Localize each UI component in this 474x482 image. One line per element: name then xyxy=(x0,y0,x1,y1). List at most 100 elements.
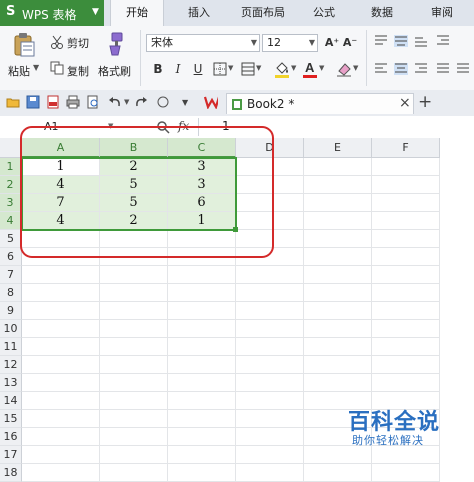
row-header-8[interactable]: 8 xyxy=(0,284,22,302)
print-preview-icon[interactable] xyxy=(86,95,100,109)
row-header-7[interactable]: 7 xyxy=(0,266,22,284)
cell-e5[interactable] xyxy=(304,230,372,248)
insert-function-button[interactable]: fx xyxy=(178,119,189,133)
cell-f11[interactable] xyxy=(372,338,440,356)
cell-c3[interactable]: 6 xyxy=(168,194,236,212)
cell-d7[interactable] xyxy=(236,266,304,284)
cell-a5[interactable] xyxy=(22,230,100,248)
row-header-4[interactable]: 4 xyxy=(0,212,22,230)
chevron-down-icon[interactable]: ▼ xyxy=(256,64,261,72)
cell-e3[interactable] xyxy=(304,194,372,212)
row-header-14[interactable]: 14 xyxy=(0,392,22,410)
cell-a9[interactable] xyxy=(22,302,100,320)
cell-d13[interactable] xyxy=(236,374,304,392)
save-icon[interactable] xyxy=(26,95,40,109)
borders-icon[interactable] xyxy=(213,62,227,76)
fill-handle[interactable] xyxy=(233,227,238,232)
cell-c15[interactable] xyxy=(168,410,236,428)
row-header-15[interactable]: 15 xyxy=(0,410,22,428)
cell-a4[interactable]: 4 xyxy=(22,212,100,230)
cell-b2[interactable]: 5 xyxy=(100,176,168,194)
cell-f5[interactable] xyxy=(372,230,440,248)
cut-button[interactable]: 剪切 xyxy=(67,35,89,51)
cell-f13[interactable] xyxy=(372,374,440,392)
chevron-down-icon[interactable]: ▼ xyxy=(108,122,113,130)
format-painter-button[interactable]: 格式刷 xyxy=(98,63,131,79)
merge-cells-icon[interactable] xyxy=(241,62,255,76)
underline-button[interactable]: U xyxy=(190,61,206,77)
row-header-16[interactable]: 16 xyxy=(0,428,22,446)
export-pdf-icon[interactable] xyxy=(46,95,60,109)
formula-input[interactable]: 1 xyxy=(222,119,230,133)
cell-d12[interactable] xyxy=(236,356,304,374)
more-icon[interactable] xyxy=(156,95,170,109)
cell-a18[interactable] xyxy=(22,464,100,482)
row-header-17[interactable]: 17 xyxy=(0,446,22,464)
cell-e17[interactable] xyxy=(304,446,372,464)
align-middle-icon[interactable] xyxy=(394,35,408,47)
close-icon[interactable]: × xyxy=(399,95,411,111)
cell-b15[interactable] xyxy=(100,410,168,428)
decrease-font-button[interactable]: A⁻ xyxy=(342,35,358,51)
align-center-icon[interactable] xyxy=(394,63,408,75)
cell-d15[interactable] xyxy=(236,410,304,428)
cell-f17[interactable] xyxy=(372,446,440,464)
align-left-icon[interactable] xyxy=(374,63,388,75)
paste-button[interactable]: 粘贴 xyxy=(8,63,30,79)
cell-d9[interactable] xyxy=(236,302,304,320)
cell-c7[interactable] xyxy=(168,266,236,284)
cell-b8[interactable] xyxy=(100,284,168,302)
cell-b1[interactable]: 2 xyxy=(100,158,168,176)
cell-d10[interactable] xyxy=(236,320,304,338)
justify-icon[interactable] xyxy=(436,63,450,75)
cell-c16[interactable] xyxy=(168,428,236,446)
clear-format-icon[interactable] xyxy=(336,61,352,77)
cell-e4[interactable] xyxy=(304,212,372,230)
align-top-icon[interactable] xyxy=(374,35,388,47)
chevron-down-icon[interactable]: ▼ xyxy=(319,64,324,72)
column-header-a[interactable]: A xyxy=(22,138,100,158)
column-header-f[interactable]: F xyxy=(372,138,440,158)
align-bottom-icon[interactable] xyxy=(414,35,428,47)
cell-f1[interactable] xyxy=(372,158,440,176)
tab-page-layout[interactable]: 页面布局 xyxy=(230,0,296,26)
cell-c11[interactable] xyxy=(168,338,236,356)
cell-b3[interactable]: 5 xyxy=(100,194,168,212)
cell-b9[interactable] xyxy=(100,302,168,320)
cell-f9[interactable] xyxy=(372,302,440,320)
cell-b5[interactable] xyxy=(100,230,168,248)
customize-toolbar-icon[interactable]: ▼ xyxy=(182,98,188,107)
select-all-corner[interactable] xyxy=(0,138,22,158)
cell-d18[interactable] xyxy=(236,464,304,482)
cell-b18[interactable] xyxy=(100,464,168,482)
cell-e9[interactable] xyxy=(304,302,372,320)
cell-d17[interactable] xyxy=(236,446,304,464)
cell-e12[interactable] xyxy=(304,356,372,374)
row-header-12[interactable]: 12 xyxy=(0,356,22,374)
cell-a11[interactable] xyxy=(22,338,100,356)
row-header-10[interactable]: 10 xyxy=(0,320,22,338)
cell-b7[interactable] xyxy=(100,266,168,284)
cell-b12[interactable] xyxy=(100,356,168,374)
print-icon[interactable] xyxy=(66,95,80,109)
copy-button[interactable]: 复制 xyxy=(67,63,89,79)
cell-b17[interactable] xyxy=(100,446,168,464)
chevron-down-icon[interactable]: ▼ xyxy=(291,64,296,72)
column-header-d[interactable]: D xyxy=(236,138,304,158)
cell-c14[interactable] xyxy=(168,392,236,410)
cell-d6[interactable] xyxy=(236,248,304,266)
row-header-2[interactable]: 2 xyxy=(0,176,22,194)
increase-font-button[interactable]: A⁺ xyxy=(324,35,340,51)
align-right-icon[interactable] xyxy=(414,63,428,75)
paste-icon[interactable] xyxy=(12,32,36,58)
chevron-down-icon[interactable]: ▼ xyxy=(353,64,358,72)
cell-b14[interactable] xyxy=(100,392,168,410)
cell-a2[interactable]: 4 xyxy=(22,176,100,194)
cell-d3[interactable] xyxy=(236,194,304,212)
cell-f4[interactable] xyxy=(372,212,440,230)
row-header-13[interactable]: 13 xyxy=(0,374,22,392)
row-header-9[interactable]: 9 xyxy=(0,302,22,320)
cell-c12[interactable] xyxy=(168,356,236,374)
redo-icon[interactable] xyxy=(134,95,148,109)
cell-c2[interactable]: 3 xyxy=(168,176,236,194)
